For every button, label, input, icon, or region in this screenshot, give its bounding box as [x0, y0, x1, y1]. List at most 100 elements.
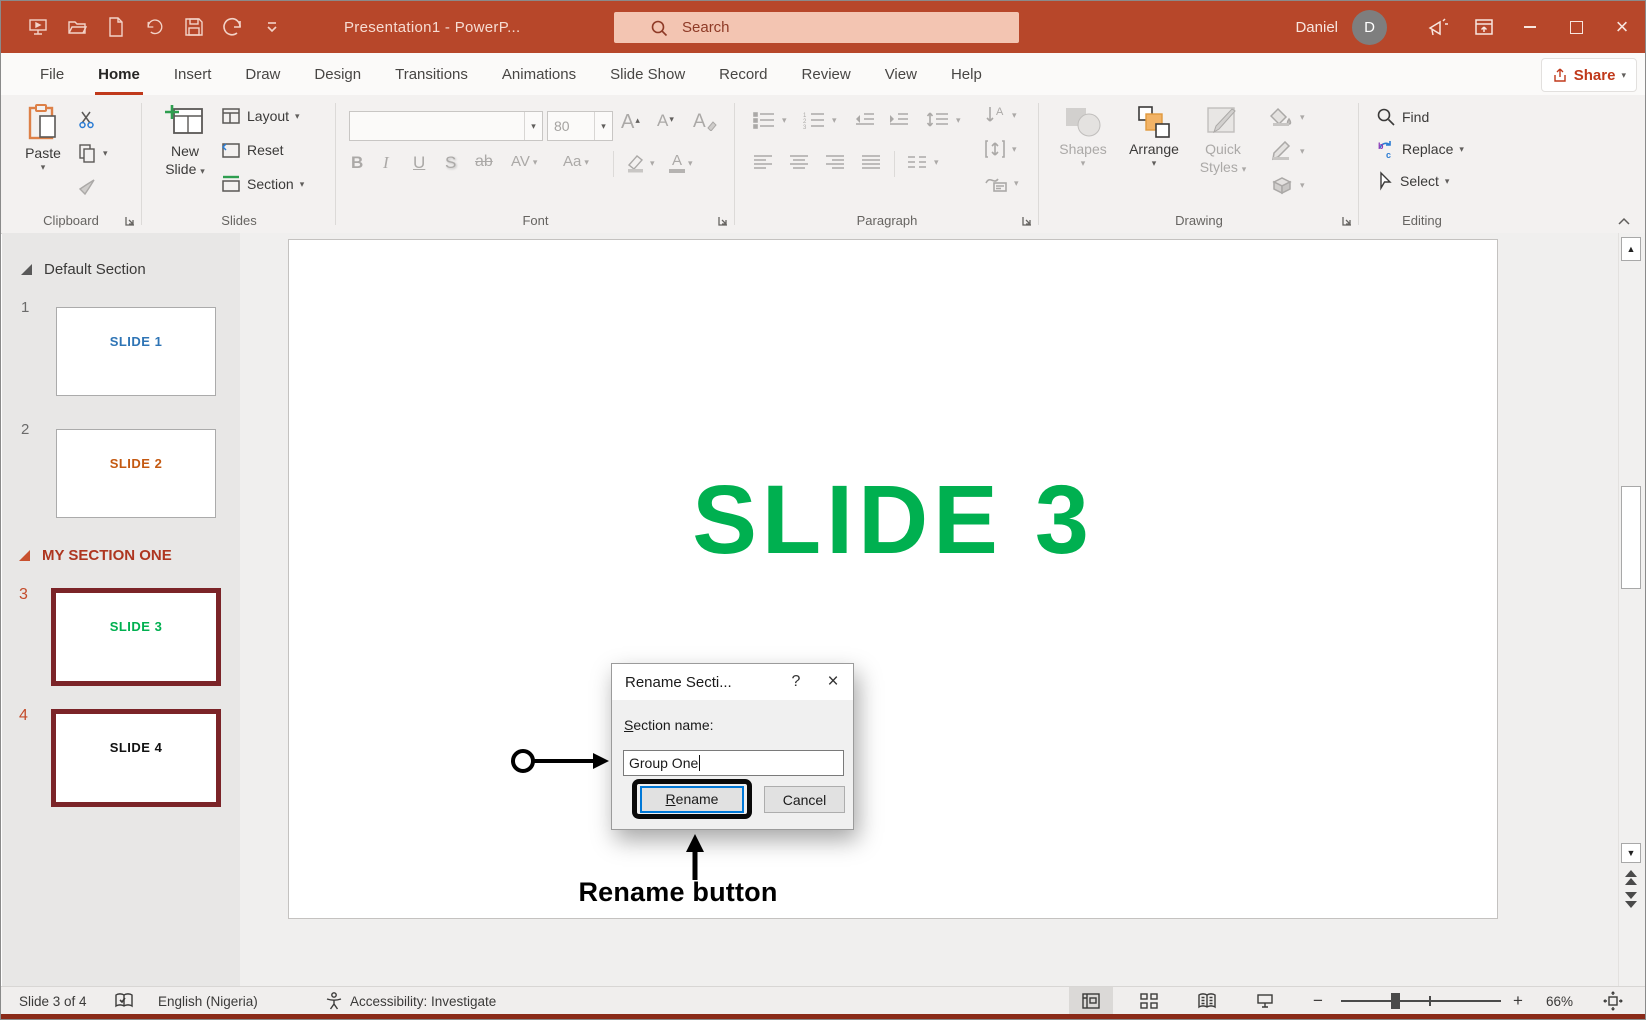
section-collapse-icon[interactable] [21, 264, 32, 275]
cut-button[interactable] [77, 109, 97, 129]
justify-button[interactable] [860, 153, 882, 171]
next-slide-icon[interactable] [1622, 891, 1640, 909]
close-button[interactable]: × [1599, 1, 1645, 53]
scroll-up-icon[interactable]: ▲ [1621, 237, 1641, 261]
cancel-button[interactable]: Cancel [764, 786, 845, 813]
highlight-color-button[interactable]: ▾ [625, 153, 655, 173]
align-center-button[interactable] [788, 153, 810, 171]
new-file-icon[interactable] [105, 16, 127, 38]
shrink-font-button[interactable]: A▾ [657, 111, 674, 131]
section-button[interactable]: Section ▾ [221, 175, 304, 193]
shape-fill-button[interactable]: ▾ [1270, 107, 1305, 127]
font-size-combo[interactable]: 80 ▾ [547, 111, 613, 141]
text-shadow-button[interactable]: S [445, 153, 456, 173]
tab-view[interactable]: View [868, 53, 934, 95]
tab-review[interactable]: Review [785, 53, 868, 95]
tab-file[interactable]: File [23, 53, 81, 95]
scroll-down-icon[interactable]: ▼ [1621, 843, 1641, 863]
shapes-button[interactable]: Shapes ▾ [1054, 105, 1112, 167]
arrange-button[interactable]: Arrange ▾ [1122, 105, 1186, 167]
open-icon[interactable] [66, 16, 88, 38]
align-text-button[interactable]: ▾ [984, 139, 1017, 159]
numbering-button[interactable]: 123 ▾ [802, 111, 837, 129]
normal-view-icon[interactable] [1069, 987, 1113, 1015]
dialog-close-icon[interactable]: × [813, 671, 853, 693]
clipboard-dialog-launcher-icon[interactable] [124, 215, 136, 227]
strikethrough-button[interactable]: ab [475, 153, 493, 171]
quick-styles-button[interactable]: Quick Styles ▾ [1192, 105, 1254, 175]
zoom-out-button[interactable]: − [1313, 987, 1323, 1015]
underline-button[interactable]: U [413, 153, 425, 173]
tab-draw[interactable]: Draw [228, 53, 297, 95]
shape-outline-button[interactable]: ▾ [1270, 141, 1305, 161]
scrollbar-thumb[interactable] [1621, 486, 1641, 589]
ribbon-display-options-icon[interactable] [1461, 1, 1507, 53]
zoom-slider-thumb[interactable] [1391, 993, 1400, 1009]
slide-thumbnail-3[interactable]: SLIDE 3 [51, 588, 221, 686]
font-name-combo[interactable]: ▾ [349, 111, 543, 141]
section-name-input[interactable]: Group One [623, 750, 844, 776]
line-spacing-button[interactable]: ▾ [926, 111, 961, 129]
columns-button[interactable]: ▾ [906, 153, 939, 171]
collapse-ribbon-icon[interactable] [1613, 213, 1635, 229]
new-slide-button[interactable]: New Slide ▾ [157, 103, 213, 177]
tab-transitions[interactable]: Transitions [378, 53, 485, 95]
reading-view-icon[interactable] [1185, 987, 1229, 1015]
undo-icon[interactable] [144, 16, 166, 38]
text-direction-button[interactable]: A ▾ [984, 105, 1017, 125]
customize-qat-icon[interactable] [261, 16, 283, 38]
slide-thumbnail-1[interactable]: SLIDE 1 [56, 307, 216, 396]
font-dialog-launcher-icon[interactable] [717, 215, 729, 227]
accessibility-status[interactable]: Accessibility: Investigate [350, 987, 496, 1015]
slide-title-text[interactable]: SLIDE 3 [289, 464, 1497, 576]
slide-sorter-view-icon[interactable] [1127, 987, 1171, 1015]
section-header-default[interactable]: Default Section [21, 261, 146, 278]
current-slide[interactable]: SLIDE 3 [288, 239, 1498, 919]
redo-repeat-icon[interactable] [222, 16, 244, 38]
font-color-button[interactable]: A ▾ [669, 153, 693, 173]
shape-effects-button[interactable]: ▾ [1270, 175, 1305, 195]
tab-record[interactable]: Record [702, 53, 784, 95]
slide-counter[interactable]: Slide 3 of 4 [19, 987, 87, 1015]
tab-home[interactable]: Home [81, 53, 157, 95]
zoom-level[interactable]: 66% [1546, 987, 1573, 1015]
paste-button[interactable]: Paste ▾ [17, 103, 69, 171]
tab-design[interactable]: Design [297, 53, 378, 95]
drawing-dialog-launcher-icon[interactable] [1341, 215, 1353, 227]
paragraph-dialog-launcher-icon[interactable] [1021, 215, 1033, 227]
previous-slide-icon[interactable] [1622, 869, 1640, 887]
zoom-in-button[interactable]: + [1513, 987, 1523, 1015]
copy-button[interactable]: ▾ [77, 143, 108, 163]
bullets-button[interactable]: ▾ [752, 111, 787, 129]
dialog-help-icon[interactable]: ? [779, 673, 813, 691]
tab-help[interactable]: Help [934, 53, 999, 95]
layout-button[interactable]: Layout ▾ [221, 107, 300, 125]
increase-indent-button[interactable] [888, 111, 910, 129]
align-right-button[interactable] [824, 153, 846, 171]
avatar[interactable]: D [1352, 10, 1387, 45]
align-left-button[interactable] [752, 153, 774, 171]
language-indicator[interactable]: English (Nigeria) [158, 987, 258, 1015]
bold-button[interactable]: B [351, 153, 363, 173]
tab-animations[interactable]: Animations [485, 53, 593, 95]
replace-button[interactable]: b c Replace ▾ [1376, 139, 1464, 159]
italic-button[interactable]: I [383, 153, 389, 173]
slide-show-view-icon[interactable] [1243, 987, 1287, 1015]
section-header-my-section-one[interactable]: MY SECTION ONE [19, 547, 172, 564]
slide-thumbnail-2[interactable]: SLIDE 2 [56, 429, 216, 518]
character-spacing-button[interactable]: AV▾ [511, 153, 537, 170]
rename-button[interactable]: Rename [640, 786, 744, 813]
save-icon[interactable] [183, 16, 205, 38]
format-painter-button[interactable] [77, 177, 97, 197]
grow-font-button[interactable]: A▴ [621, 111, 640, 134]
maximize-button[interactable] [1553, 1, 1599, 53]
slide-thumbnail-4[interactable]: SLIDE 4 [51, 709, 221, 807]
find-button[interactable]: Find [1376, 107, 1429, 127]
clear-formatting-button[interactable]: A [693, 111, 717, 133]
minimize-button[interactable] [1507, 1, 1553, 53]
change-case-button[interactable]: Aa▾ [563, 153, 589, 170]
dialog-titlebar[interactable]: Rename Secti... ? × [612, 664, 853, 700]
zoom-slider-track[interactable] [1341, 1000, 1501, 1002]
share-button[interactable]: Share ▾ [1541, 58, 1637, 92]
start-slideshow-icon[interactable] [27, 16, 49, 38]
